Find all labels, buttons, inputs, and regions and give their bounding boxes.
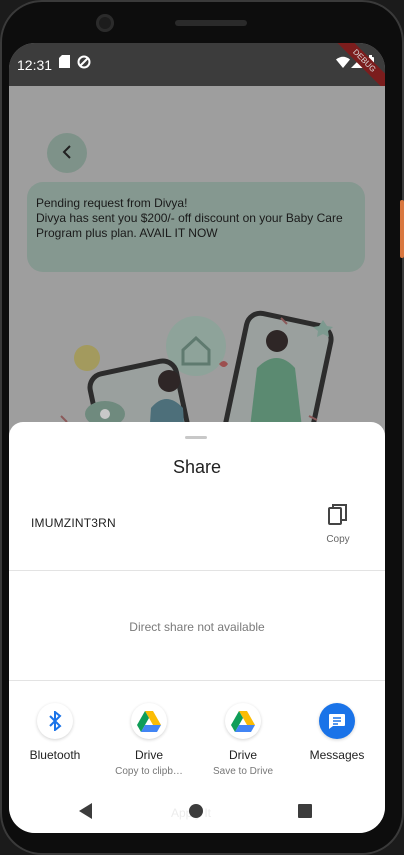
nav-back-icon[interactable]: [79, 803, 93, 824]
copy-button[interactable]: Copy: [318, 504, 358, 548]
earpiece-speaker: [175, 20, 247, 26]
divider: [9, 680, 385, 681]
share-target-sublabel: Copy to clipb…: [115, 766, 183, 777]
share-target-drive-copy[interactable]: Drive Copy to clipb…: [103, 703, 195, 777]
share-target-bluetooth[interactable]: Bluetooth: [9, 703, 101, 766]
share-sheet: Share IMUMZINT3RN Copy Direct share not …: [9, 422, 385, 833]
data-saver-icon: [77, 55, 91, 74]
sd-card-icon: [59, 55, 70, 73]
divider: [9, 570, 385, 571]
share-target-label: Bluetooth: [29, 748, 81, 762]
arrow-back-icon: [62, 143, 72, 164]
bluetooth-icon: [37, 703, 73, 739]
copy-icon: [328, 504, 348, 530]
share-target-sublabel: Save to Drive: [212, 766, 274, 777]
messages-icon: [319, 703, 355, 739]
back-button[interactable]: [47, 133, 87, 173]
wifi-icon: [336, 55, 350, 73]
direct-share-message: Direct share not available: [129, 620, 265, 634]
offer-banner-text: Pending request from Divya! Divya has se…: [36, 196, 343, 240]
share-target-label: Messages: [309, 748, 365, 762]
share-code-text: IMUMZINT3RN: [31, 516, 116, 530]
drag-handle[interactable]: [185, 436, 207, 439]
share-target-messages[interactable]: Messages: [291, 703, 383, 766]
offer-banner[interactable]: Pending request from Divya! Divya has se…: [27, 182, 365, 272]
navigation-bar: Apply It: [9, 790, 385, 832]
phone-frame: 12:31 DEBUG Pending request from Divya! …: [0, 0, 404, 855]
status-time: 12:31: [17, 57, 53, 73]
front-camera: [96, 14, 114, 32]
power-button: [400, 200, 404, 258]
status-bar: 12:31 DEBUG: [9, 43, 385, 98]
google-drive-icon: [131, 703, 167, 739]
share-target-label: Drive: [228, 748, 257, 762]
google-drive-icon: [225, 703, 261, 739]
share-target-label: Drive: [134, 748, 163, 762]
share-title: Share: [172, 457, 222, 477]
copy-label: Copy: [326, 534, 350, 545]
share-target-drive-save[interactable]: Drive Save to Drive: [197, 703, 289, 777]
screen: 12:31 DEBUG Pending request from Divya! …: [9, 43, 385, 833]
nav-recents-icon[interactable]: [298, 804, 312, 823]
nav-home-icon[interactable]: [189, 804, 203, 823]
